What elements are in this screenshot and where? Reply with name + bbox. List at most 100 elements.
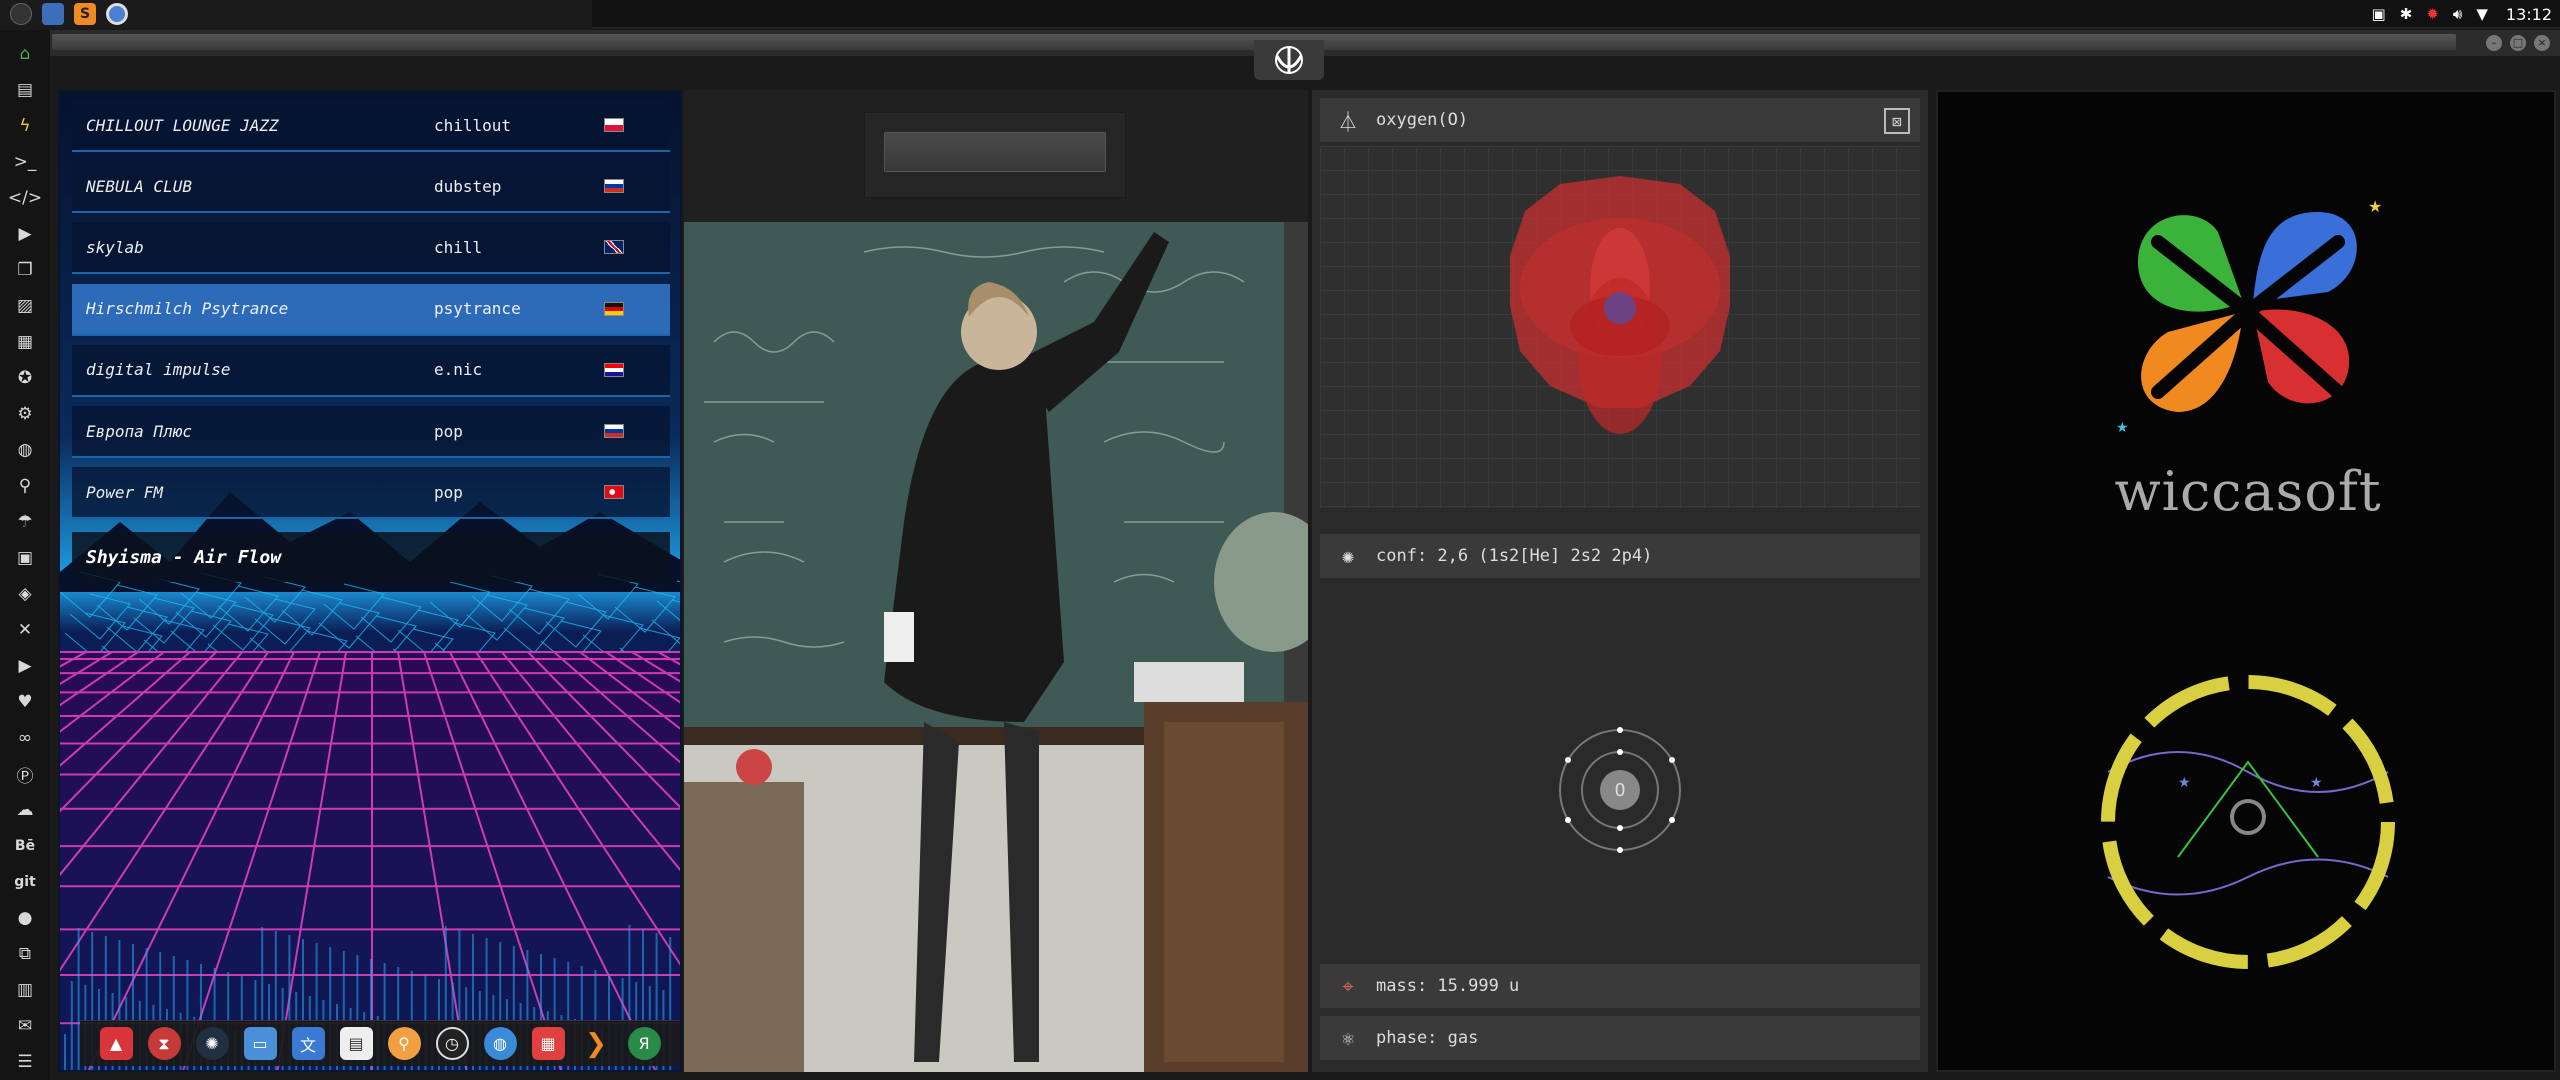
flag-de-icon [604,301,624,316]
server-icon[interactable]: ☰ [0,1044,50,1080]
clock-icon[interactable]: ◷ [435,1027,469,1060]
settings-icon[interactable]: ⚙ [0,396,50,432]
seal-icon: ★ ★ [2101,675,2395,969]
globe-icon[interactable]: ◍ [0,432,50,468]
configuration-row: ✺ conf: 2,6 (1s2[He] 2s2 2p4) [1320,534,1920,578]
flag-gb-icon [604,240,624,255]
maximize-button[interactable]: □ [2510,35,2526,51]
lastfm-icon[interactable]: ∞ [0,720,50,756]
volume-icon[interactable]: 🔊︎ [2453,5,2462,23]
orbital-visualization [1320,146,1920,508]
github-icon[interactable]: ● [0,900,50,936]
spiral-icon[interactable]: ✺ [195,1027,229,1060]
element-symbol: O [1615,780,1626,801]
station-name: NEBULA CLUB [86,176,192,196]
arrow-icon[interactable]: ❯ [580,1027,613,1060]
station-row[interactable]: digital impulse e.nic [72,344,670,397]
chrome-icon[interactable] [106,3,128,25]
app-menu-icon[interactable] [10,3,32,25]
station-genre: psytrance [434,299,521,319]
svg-text:★: ★ [2310,775,2323,791]
mail-icon[interactable]: ✉ [0,1008,50,1044]
wiccasoft-logo-icon: ★ ★ [2116,197,2382,436]
station-name: Power FM [86,482,164,502]
flag-tr-icon [604,485,624,500]
cloud-icon[interactable]: ☁ [0,792,50,828]
window-icon[interactable]: ▭ [243,1027,277,1060]
pinterest-icon[interactable]: Ⓟ [0,756,50,792]
magnifier-icon[interactable]: ⚲ [387,1027,421,1060]
code-icon[interactable]: </> [0,180,50,216]
news-icon[interactable]: ▦ [0,324,50,360]
station-row[interactable]: CHILLOUT LOUNGE JAZZ chillout [72,100,670,152]
security-icon[interactable]: ✹ [2426,5,2439,23]
youtube-icon[interactable]: ▶ [0,648,50,684]
bluetooth-icon[interactable]: ✱ [2400,5,2413,23]
photo-panel [684,90,1308,1072]
mass-text: mass: 15.999 u [1376,976,1520,996]
station-genre: pop [434,482,463,502]
flag-ru-icon [604,424,624,438]
radio-player-panel: CHILLOUT LOUNGE JAZZ chillout NEBULA CLUB d… [58,90,682,1072]
wifi-icon[interactable]: ▼ [2476,5,2488,23]
yandex-icon[interactable]: Я [627,1027,661,1060]
heart-icon[interactable]: ♥ [0,684,50,720]
station-genre: chillout [434,115,512,135]
station-row[interactable]: Power FM pop [72,467,670,520]
station-row[interactable]: Hirschmilch Psytrance psytrance [72,283,670,336]
image-icon[interactable]: ▨ [0,288,50,324]
files-icon[interactable] [42,3,64,25]
bohr-model: O [1559,727,1681,853]
screenshot-icon[interactable]: ▣ [2372,5,2386,23]
taskbar-apps: S [0,0,592,28]
svg-text:★: ★ [2116,420,2129,436]
mass-row: ⌖ mass: 15.999 u [1320,964,1920,1008]
system-tray: ▣ ✱ ✹ 🔊︎ ▼ 13:12 [2372,0,2552,28]
flag-hr-icon [604,362,624,377]
close-panel-button[interactable]: ⊠ [1884,108,1910,134]
tools-icon[interactable]: ✕ [0,612,50,648]
element-title: oxygen(O) [1376,110,1469,130]
close-button[interactable]: × [2534,35,2550,51]
rebel-icon[interactable]: ✪ [0,360,50,396]
now-playing: Shyisma - Air Flow [72,532,670,582]
search-icon[interactable]: ⚲ [0,468,50,504]
station-row[interactable]: skylab chill [72,222,670,275]
umbrella-icon[interactable]: ☂ [0,504,50,540]
map-icon[interactable]: ▥ [0,972,50,1008]
lightning-icon[interactable]: ϟ [0,108,50,144]
station-name: Hirschmilch Psytrance [86,299,289,319]
station-genre: chill [434,237,483,257]
contact-icon[interactable]: ▣ [0,540,50,576]
document-icon[interactable]: ▤ [0,72,50,108]
behance-icon[interactable]: Bē [0,828,50,864]
station-row[interactable]: NEBULA CLUB dubstep [72,161,670,214]
copy-icon[interactable]: ❐ [0,252,50,288]
browser-icon[interactable]: ▤ [339,1027,373,1060]
rebel-alliance-icon[interactable] [1254,40,1324,80]
translate-icon[interactable]: 文 [291,1027,325,1060]
tag-icon[interactable]: ◈ [0,576,50,612]
station-genre: e.nic [434,360,483,380]
home-icon[interactable]: ⌂ [0,36,50,72]
slider-track[interactable] [884,132,1106,172]
map-pin-icon: ⌖ [1342,974,1354,998]
phase-row: ⚛ phase: gas [1320,1016,1920,1060]
hourglass-icon[interactable]: ⧗ [147,1027,181,1060]
triangle-symbol-icon: ⏃ [1338,109,1358,134]
git-icon[interactable]: git [0,864,50,900]
atom-icon: ⚛ [1341,1026,1355,1050]
sublime-icon[interactable]: S [74,3,96,25]
minimize-button[interactable]: – [2486,35,2502,51]
calendar-icon[interactable]: ▦ [531,1027,565,1060]
station-row[interactable]: Европа Плюс pop [72,406,670,458]
clock[interactable]: 13:12 [2506,5,2552,24]
station-genre: dubstep [434,176,502,196]
web-globe-icon[interactable]: ◍ [483,1027,517,1060]
configuration-text: conf: 2,6 (1s2[He] 2s2 2p4) [1376,546,1653,566]
terminal-icon[interactable]: >_ [0,144,50,180]
play-icon[interactable]: ▶ [0,216,50,252]
boxes-icon[interactable]: ⧉ [0,936,50,972]
atom-config-icon: ✺ [1341,544,1355,568]
anydesk-icon[interactable]: ▲ [99,1027,133,1060]
